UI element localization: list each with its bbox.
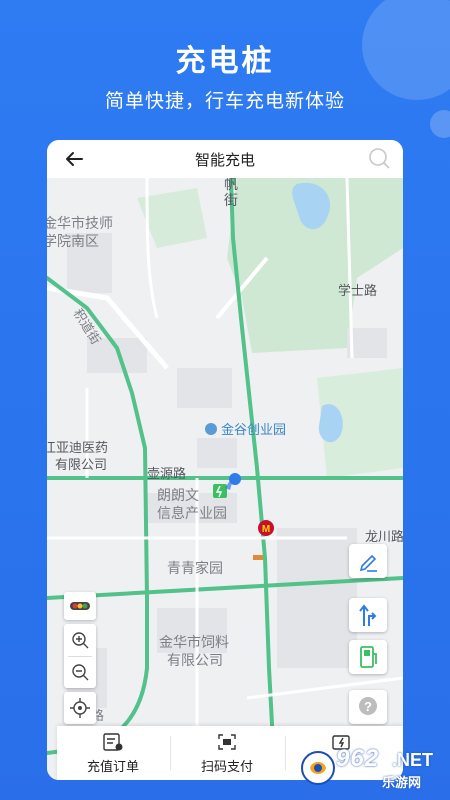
nav-label-orders: 充值订单	[86, 759, 139, 774]
label-longchuan-lu: 龙川路	[365, 529, 403, 544]
watermark-logo: 962 .NET 乐游网	[298, 744, 446, 790]
nav-scan-pay[interactable]: 扫码支付	[171, 726, 283, 780]
help-button[interactable]: ?	[349, 690, 387, 724]
label-qingqing: 青青家园	[167, 560, 223, 576]
watermark-net: .NET	[392, 750, 434, 770]
svg-text:M: M	[262, 524, 270, 535]
label-jinhua-jishi: 金华市技师	[47, 215, 113, 231]
zoom-out-icon[interactable]	[64, 656, 96, 688]
promo-tagline: 简单快捷，行车充电新体验	[104, 91, 345, 112]
charger-button[interactable]	[349, 640, 387, 674]
label-jingu: 金谷创业园	[221, 422, 287, 437]
watermark-num: 962	[336, 745, 380, 772]
traffic-toggle[interactable]	[64, 592, 96, 620]
label-fan-jie: 帆街	[224, 176, 238, 208]
label-xueyuan-nanqu: 学院南区	[47, 233, 99, 249]
zoom-in-icon[interactable]	[64, 624, 96, 656]
route-icon	[359, 604, 377, 626]
label-siliao-1: 金华市饲料	[159, 634, 229, 650]
page-title: 智能充电	[194, 152, 255, 169]
app-bar: 智能充电	[47, 140, 403, 178]
label-yadi-2: 有限公司	[55, 457, 108, 472]
label-langwen-1: 朗朗文	[157, 487, 199, 503]
route-button[interactable]	[349, 598, 387, 632]
zoom-control	[64, 624, 96, 688]
scan-icon	[218, 734, 236, 750]
label-yadi-1: 江亚迪医药	[47, 440, 109, 455]
charger-icon	[360, 646, 377, 668]
locate-button[interactable]	[64, 692, 96, 724]
phone-screen: 智能充电 M 帆街 学士路 金华市技师 学院南区 积道街 金谷创业园 江亚迪医药…	[47, 140, 403, 780]
watermark-icon	[301, 751, 335, 785]
label-langwen-2: 信息产业园	[157, 505, 227, 521]
label-siliao-2: 有限公司	[167, 652, 223, 668]
svg-text:?: ?	[364, 699, 372, 714]
map-view[interactable]: M 帆街 学士路 金华市技师 学院南区 积道街 金谷创业园 江亚迪医药 有限公司…	[47, 176, 403, 780]
edit-button[interactable]	[349, 544, 387, 578]
label-xueshi-lu: 学士路	[338, 283, 378, 298]
watermark-cn: 乐游网	[382, 775, 422, 790]
label-huyuan-lu: 壶源路	[147, 466, 187, 481]
promo-headline: 充电桩	[175, 45, 275, 78]
traffic-light-icon	[70, 602, 90, 610]
locate-icon	[70, 698, 90, 718]
order-icon	[103, 733, 123, 751]
help-icon: ?	[359, 697, 377, 715]
nav-recharge-orders[interactable]: 充值订单	[57, 726, 169, 780]
edit-icon	[359, 554, 377, 572]
nav-label-scan: 扫码支付	[200, 759, 253, 774]
decor-bubble-small	[430, 110, 450, 138]
search-icon[interactable]	[367, 146, 393, 172]
